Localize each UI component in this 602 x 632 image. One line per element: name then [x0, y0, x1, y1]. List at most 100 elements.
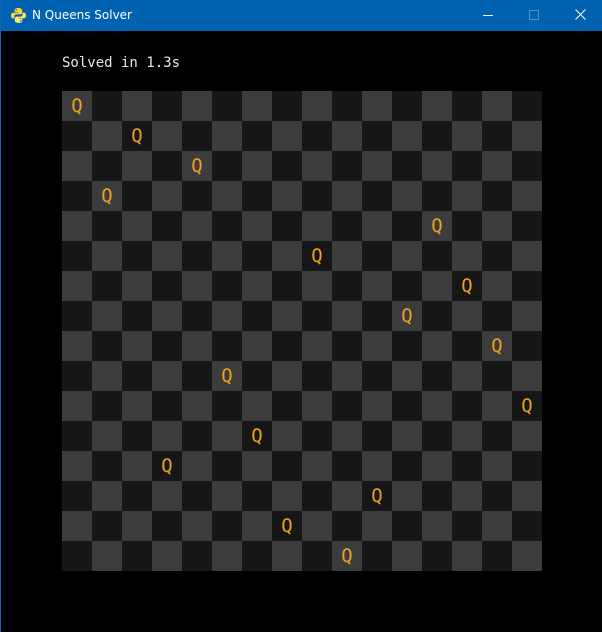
board-square[interactable] — [152, 421, 182, 451]
board-square[interactable] — [332, 421, 362, 451]
board-square[interactable] — [92, 211, 122, 241]
board-square[interactable] — [332, 241, 362, 271]
board-square[interactable] — [242, 391, 272, 421]
board-square[interactable] — [392, 541, 422, 571]
board-square[interactable] — [332, 301, 362, 331]
board-square[interactable] — [152, 541, 182, 571]
board-square[interactable] — [152, 301, 182, 331]
board-square[interactable]: Q — [302, 241, 332, 271]
board-square[interactable] — [62, 211, 92, 241]
board-square[interactable] — [482, 451, 512, 481]
board-square[interactable] — [482, 151, 512, 181]
board-square[interactable] — [212, 151, 242, 181]
board-square[interactable] — [62, 181, 92, 211]
board-square[interactable] — [392, 241, 422, 271]
board-square[interactable] — [452, 211, 482, 241]
board-square[interactable] — [302, 541, 332, 571]
board-square[interactable] — [212, 421, 242, 451]
board-square[interactable] — [182, 391, 212, 421]
board-square[interactable] — [482, 241, 512, 271]
board-square[interactable] — [392, 331, 422, 361]
board-square[interactable] — [512, 481, 542, 511]
board-square[interactable] — [452, 121, 482, 151]
board-square[interactable] — [122, 301, 152, 331]
board-square[interactable] — [272, 211, 302, 241]
board-square[interactable] — [122, 151, 152, 181]
board-square[interactable] — [362, 151, 392, 181]
board-square[interactable] — [242, 91, 272, 121]
board-square[interactable] — [62, 391, 92, 421]
board-square[interactable] — [182, 301, 212, 331]
board-square[interactable] — [122, 511, 152, 541]
board-square[interactable] — [92, 301, 122, 331]
board-square[interactable] — [452, 91, 482, 121]
board-square[interactable] — [422, 91, 452, 121]
board-square[interactable] — [362, 421, 392, 451]
board-square[interactable] — [272, 241, 302, 271]
board-square[interactable] — [212, 181, 242, 211]
board-square[interactable]: Q — [122, 121, 152, 151]
board-square[interactable] — [392, 211, 422, 241]
board-square[interactable] — [512, 421, 542, 451]
board-square[interactable] — [332, 361, 362, 391]
board-square[interactable] — [272, 421, 302, 451]
board-square[interactable] — [362, 211, 392, 241]
board-square[interactable] — [362, 331, 392, 361]
board-square[interactable] — [392, 271, 422, 301]
board-square[interactable] — [212, 241, 242, 271]
board-square[interactable] — [152, 91, 182, 121]
board-square[interactable] — [152, 211, 182, 241]
board-square[interactable] — [512, 271, 542, 301]
board-square[interactable] — [242, 481, 272, 511]
board-square[interactable] — [422, 391, 452, 421]
board-square[interactable]: Q — [422, 211, 452, 241]
board-square[interactable] — [182, 241, 212, 271]
board-square[interactable] — [362, 511, 392, 541]
board-square[interactable] — [122, 271, 152, 301]
board-square[interactable] — [242, 271, 272, 301]
board-square[interactable] — [182, 511, 212, 541]
board-square[interactable] — [452, 241, 482, 271]
board-square[interactable] — [62, 121, 92, 151]
board-square[interactable] — [422, 481, 452, 511]
board-square[interactable] — [422, 181, 452, 211]
board-square[interactable] — [512, 511, 542, 541]
board-square[interactable] — [242, 451, 272, 481]
board-square[interactable] — [212, 121, 242, 151]
board-square[interactable] — [92, 331, 122, 361]
board-square[interactable] — [332, 391, 362, 421]
board-square[interactable] — [392, 181, 422, 211]
board-square[interactable]: Q — [452, 271, 482, 301]
board-square[interactable] — [482, 481, 512, 511]
board-square[interactable] — [332, 511, 362, 541]
board-square[interactable] — [362, 241, 392, 271]
board-square[interactable] — [272, 451, 302, 481]
board-square[interactable] — [452, 421, 482, 451]
board-square[interactable] — [302, 271, 332, 301]
board-square[interactable] — [62, 421, 92, 451]
board-square[interactable] — [272, 271, 302, 301]
board-square[interactable] — [392, 391, 422, 421]
board-square[interactable] — [512, 241, 542, 271]
board-square[interactable] — [302, 331, 332, 361]
board-square[interactable] — [482, 421, 512, 451]
board-square[interactable] — [152, 391, 182, 421]
board-square[interactable] — [242, 541, 272, 571]
board-square[interactable] — [182, 121, 212, 151]
board-square[interactable] — [302, 451, 332, 481]
board-square[interactable] — [152, 331, 182, 361]
board-square[interactable] — [152, 181, 182, 211]
board-square[interactable] — [302, 511, 332, 541]
board-square[interactable] — [182, 421, 212, 451]
board-square[interactable] — [122, 91, 152, 121]
board-square[interactable]: Q — [392, 301, 422, 331]
board-square[interactable] — [242, 511, 272, 541]
board-square[interactable] — [452, 451, 482, 481]
board-square[interactable] — [242, 361, 272, 391]
board-square[interactable] — [122, 361, 152, 391]
board-square[interactable] — [182, 451, 212, 481]
board-square[interactable] — [122, 181, 152, 211]
board-square[interactable] — [422, 271, 452, 301]
board-square[interactable] — [62, 331, 92, 361]
board-square[interactable] — [452, 391, 482, 421]
